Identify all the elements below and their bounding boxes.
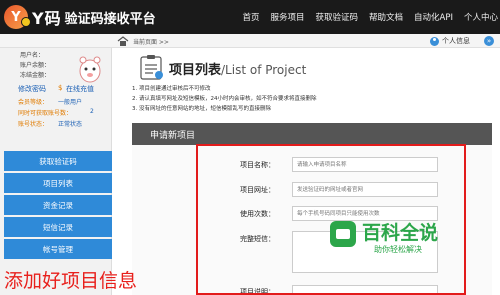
top-navigation-bar: Y Y码 验证码接收平台 首页 服务项目 获取验证码 帮助文档 自动化API 个…	[0, 0, 500, 34]
sidebar-menu: 获取验证码 项目列表 资金记录 短信记录 帐号管理	[4, 151, 112, 261]
logo-letter: Y	[11, 9, 21, 25]
annotation-text: 添加好项目信息	[4, 270, 138, 292]
nav-home[interactable]: 首页	[242, 11, 259, 23]
watermark-subtitle: 助你轻松解决	[374, 245, 422, 254]
concurrent-accounts-value: 2	[90, 108, 94, 115]
section-header: 申请新项目	[132, 123, 492, 145]
personal-info-link[interactable]: 个人信息	[430, 36, 470, 46]
nav-get-code[interactable]: 获取验证码	[316, 11, 359, 23]
sidebar-item-account-management[interactable]: 帐号管理	[4, 239, 112, 259]
page-title: 项目列表/List of Project	[169, 59, 306, 78]
instruction-notes: 1. 项目创建通过审核后不可修改 2. 请认真填写网址及短信模板，24小时内会审…	[132, 84, 317, 114]
user-icon	[430, 36, 439, 46]
logo-icon: Y	[4, 5, 31, 29]
frozen-amount-label: 冻结金额：	[20, 72, 51, 79]
watermark-logo-icon	[330, 221, 356, 247]
main-content: 项目列表/List of Project 1. 项目创建通过审核后不可修改 2.…	[124, 48, 500, 295]
project-description-input[interactable]	[292, 285, 438, 295]
project-name-input[interactable]	[292, 157, 438, 172]
note-line: 1. 项目创建通过审核后不可修改	[132, 86, 211, 92]
account-status-value: 正常状态	[58, 121, 83, 128]
member-level-label: 会员等级：	[18, 99, 49, 106]
page-title-cn: 项目列表	[169, 63, 222, 78]
collapse-toggle-icon[interactable]: »	[484, 36, 494, 46]
page-title-en: /List of Project	[221, 63, 307, 77]
nav-api[interactable]: 自动化API	[414, 11, 453, 23]
site-name: Y码	[32, 9, 62, 28]
field-label: 项目名称：	[240, 161, 275, 169]
home-icon[interactable]	[117, 36, 129, 46]
avatar	[79, 56, 101, 83]
sidebar: 用户名： 账户余额： 冻结金额： 修改密码 $ 在线充值 会员等级： 一般用户 …	[0, 48, 112, 295]
user-profile-panel: 用户名： 账户余额： 冻结金额： 修改密码 $ 在线充值 会员等级： 一般用户 …	[0, 48, 111, 140]
field-label: 完整短信：	[240, 235, 275, 243]
nav-services[interactable]: 服务项目	[270, 11, 304, 23]
nav-user-center[interactable]: 个人中心	[464, 11, 498, 23]
note-line: 3. 没有网址的任意网站的地址，短信模版乱写的直接删除	[132, 106, 271, 112]
project-list-icon	[140, 55, 163, 80]
sidebar-item-get-code[interactable]: 获取验证码	[4, 151, 112, 171]
site-logo[interactable]: Y Y码 验证码接收平台	[4, 4, 156, 30]
balance-label: 账户余额：	[20, 62, 51, 69]
account-status-label: 账号状态：	[18, 121, 49, 128]
main-menu: 首页 服务项目 获取验证码 帮助文档 自动化API 个人中心	[242, 0, 498, 34]
member-level-value: 一般用户	[58, 99, 83, 106]
sidebar-item-sms-records[interactable]: 短信记录	[4, 217, 112, 237]
field-label: 项目网址：	[240, 186, 275, 194]
concurrent-accounts-label: 同时可获取账号数：	[18, 110, 73, 117]
breadcrumb: 当前页面 >>	[133, 39, 169, 46]
online-recharge-link[interactable]: 在线充值	[66, 84, 94, 94]
note-line: 2. 请认真填写网址及短信模板，24小时内会审核，如不符合要求将直接删除	[132, 96, 317, 102]
change-password-link[interactable]: 修改密码	[18, 84, 46, 94]
sidebar-item-fund-records[interactable]: 资金记录	[4, 195, 112, 215]
breadcrumb-bar: 当前页面 >> 个人信息 »	[0, 34, 500, 48]
site-subtitle: 验证码接收平台	[64, 11, 156, 27]
username-label: 用户名：	[20, 52, 45, 59]
field-label: 项目说明：	[240, 288, 275, 295]
sidebar-item-project-list[interactable]: 项目列表	[4, 173, 112, 193]
nav-help[interactable]: 帮助文档	[369, 11, 403, 23]
personal-info-label: 个人信息	[442, 37, 470, 45]
watermark-title: 百科全说	[362, 222, 439, 244]
project-url-input[interactable]	[292, 182, 438, 197]
field-label: 使用次数：	[240, 210, 275, 218]
recharge-icon: $	[58, 84, 63, 92]
